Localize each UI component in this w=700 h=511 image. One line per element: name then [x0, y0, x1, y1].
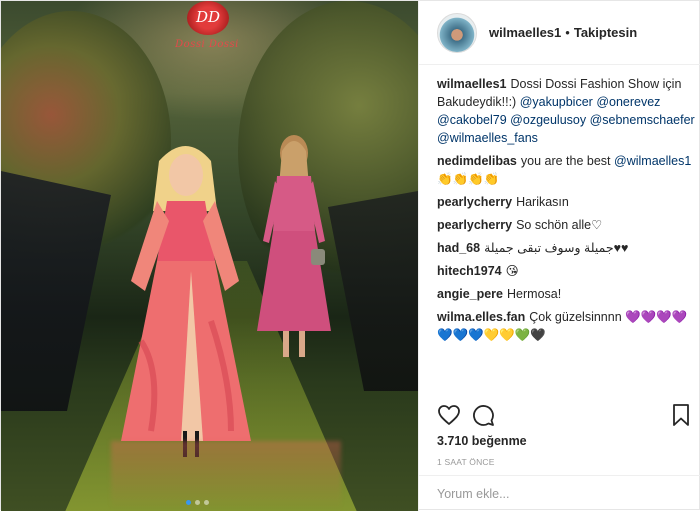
carousel-dot-1[interactable] [186, 500, 191, 505]
mention-link[interactable]: @onerevez [596, 95, 660, 109]
header-username[interactable]: wilmaelles1 [489, 25, 561, 40]
post-sidebar: wilmaelles1 • Takiptesin wilmaelles1 Doss… [418, 1, 700, 511]
post-header: wilmaelles1 • Takiptesin [419, 1, 700, 65]
comment-item: pearlycherry Harikasın [437, 193, 695, 211]
header-separator: • [565, 25, 570, 40]
comment-item: angie_pere Hermosa! [437, 285, 695, 303]
follow-status-button[interactable]: Takiptesin [574, 25, 637, 40]
like-count[interactable]: 3.710 beğenme [437, 434, 527, 448]
comment-item: had_68 جميلة وسوف تبقى جميلة♥♥ [437, 239, 695, 257]
comment-username[interactable]: pearlycherry [437, 195, 512, 209]
comment-username[interactable]: wilmaelles1 [437, 77, 507, 91]
comment-item: wilma.elles.fan Çok güzelsinnnn 💜💜💜💜💙💙💙💛💛… [437, 308, 695, 344]
comment-input[interactable] [437, 486, 667, 501]
model-front [121, 146, 251, 457]
comment-username[interactable]: wilma.elles.fan [437, 310, 525, 324]
model-back [257, 135, 331, 357]
comment-item: nedimdelibas you are the best @wilmaelles… [437, 152, 695, 188]
comment-username[interactable]: had_68 [437, 241, 480, 255]
carousel-dot-2[interactable] [195, 500, 200, 505]
post-photo[interactable]: DD Dossi Dossi [1, 1, 418, 511]
comment-text: 😘 [505, 264, 519, 278]
carousel-indicator [186, 500, 209, 505]
brand-logo: DD Dossi Dossi [157, 1, 257, 57]
comment-username[interactable]: pearlycherry [437, 218, 512, 232]
comment-text: So schön alle♡ [516, 218, 603, 232]
heart-icon[interactable] [437, 403, 461, 427]
comment-text: Harikasın [516, 195, 569, 209]
comment-icon[interactable] [471, 403, 495, 427]
comment-username[interactable]: angie_pere [437, 287, 503, 301]
comment-username[interactable]: nedimdelibas [437, 154, 517, 168]
logo-wordmark: Dossi Dossi [175, 39, 239, 50]
floor-reflection [111, 441, 341, 511]
comment-item: hitech1974 😘 [437, 262, 695, 280]
comment-text: جميلة وسوف تبقى جميلة♥♥ [484, 241, 629, 255]
bookmark-icon[interactable] [669, 403, 693, 427]
instagram-post: DD Dossi Dossi wilmaelles1 • Takiptesin … [0, 0, 700, 511]
comment-item: pearlycherry So schön alle♡ [437, 216, 695, 234]
post-timestamp[interactable]: 1 SAAT ÖNCE [437, 457, 495, 467]
mention-link[interactable]: @sebnemschaefer [590, 113, 695, 127]
audience-left [1, 171, 111, 411]
comment-text: you are the best [520, 154, 615, 168]
mention-link[interactable]: @wilmaelles1 [614, 154, 691, 168]
comment-text: 👏👏👏👏 [437, 172, 500, 186]
mention-link[interactable]: @wilmaelles_fans [437, 131, 538, 145]
add-comment-bar [419, 475, 700, 511]
logo-monogram: DD [195, 8, 221, 26]
action-bar [437, 403, 689, 429]
comment-username[interactable]: hitech1974 [437, 264, 502, 278]
carousel-dot-3[interactable] [204, 500, 209, 505]
avatar[interactable] [437, 12, 477, 53]
mention-link[interactable]: @ozgeulusoy [510, 113, 586, 127]
mention-link[interactable]: @cakobel79 [437, 113, 507, 127]
comment-text: Hermosa! [507, 287, 562, 301]
comment-list: wilmaelles1 Dossi Dossi Fashion Show için… [437, 75, 695, 349]
comment-item: wilmaelles1 Dossi Dossi Fashion Show için… [437, 75, 695, 147]
mention-link[interactable]: @yakupbicer [520, 95, 593, 109]
